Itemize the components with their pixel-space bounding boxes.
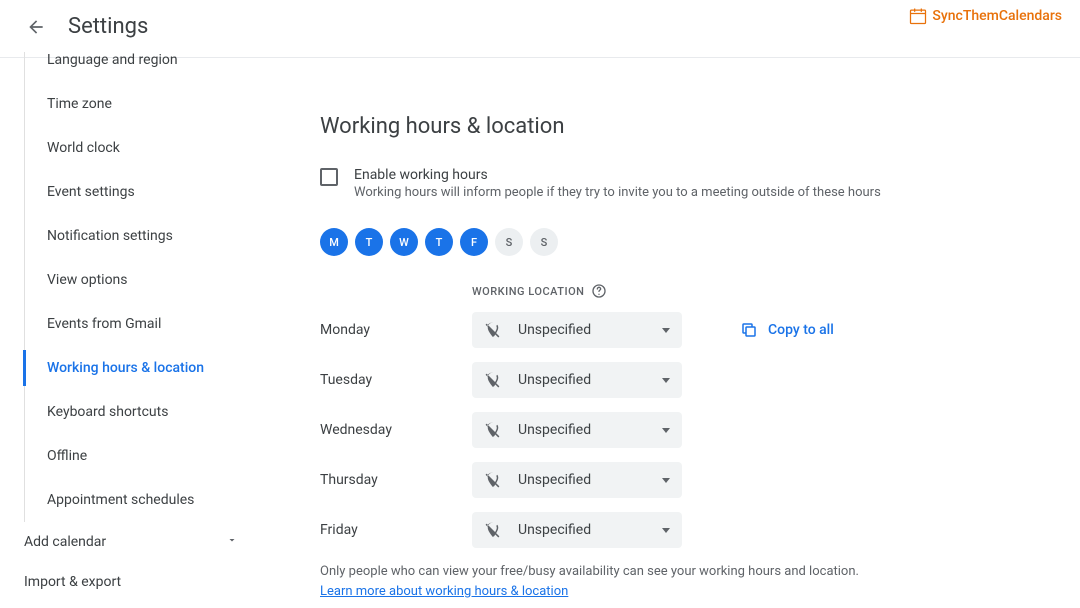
back-arrow-icon[interactable]	[24, 15, 48, 39]
enable-working-hours-row: Enable working hours Working hours will …	[320, 167, 1060, 200]
sidebar-item-time-zone[interactable]: Time zone	[25, 82, 280, 126]
dropdown-caret-icon	[662, 528, 670, 533]
location-value: Unspecified	[518, 522, 662, 538]
location-select-friday[interactable]: Unspecified	[472, 512, 682, 548]
day-row-wednesday: Wednesday Unspecified	[320, 412, 1060, 448]
day-label: Tuesday	[320, 372, 472, 388]
day-row-friday: Friday Unspecified	[320, 512, 1060, 548]
day-chip-0[interactable]: M	[320, 228, 348, 256]
help-icon[interactable]	[590, 282, 608, 300]
working-location-header-label: WORKING LOCATION	[472, 285, 584, 298]
footnote: Only people who can view your free/busy …	[320, 562, 1060, 601]
footnote-text: Only people who can view your free/busy …	[320, 564, 859, 579]
day-chip-2[interactable]: W	[390, 228, 418, 256]
dropdown-caret-icon	[662, 328, 670, 333]
enable-working-hours-label: Enable working hours	[354, 167, 881, 183]
day-chip-5[interactable]: S	[495, 228, 523, 256]
sidebar-item-appointment-schedules[interactable]: Appointment schedules	[25, 478, 280, 522]
day-label: Monday	[320, 322, 472, 338]
sidebar-item-world-clock[interactable]: World clock	[25, 126, 280, 170]
working-location-header: WORKING LOCATION	[472, 282, 1060, 300]
location-value: Unspecified	[518, 372, 662, 388]
footnote-link[interactable]: Learn more about working hours & locatio…	[320, 584, 568, 599]
day-row-tuesday: Tuesday Unspecified	[320, 362, 1060, 398]
copy-to-all-button[interactable]: Copy to all	[740, 321, 834, 339]
location-value: Unspecified	[518, 322, 662, 338]
location-off-icon	[484, 521, 504, 539]
location-off-icon	[484, 471, 504, 489]
enable-working-hours-checkbox[interactable]	[320, 168, 338, 186]
day-chip-3[interactable]: T	[425, 228, 453, 256]
dropdown-caret-icon	[662, 478, 670, 483]
day-label: Friday	[320, 522, 472, 538]
sidebar-item-offline[interactable]: Offline	[25, 434, 280, 478]
location-value: Unspecified	[518, 422, 662, 438]
header: Settings SyncThemCalendars	[0, 0, 1080, 58]
sidebar-item-language-and-region[interactable]: Language and region	[25, 52, 280, 82]
day-row-thursday: Thursday Unspecified	[320, 462, 1060, 498]
location-select-monday[interactable]: Unspecified	[472, 312, 682, 348]
dropdown-caret-icon	[662, 428, 670, 433]
day-chip-4[interactable]: F	[460, 228, 488, 256]
chevron-down-icon	[226, 534, 238, 550]
copy-to-all-label: Copy to all	[768, 322, 834, 338]
main-content: Working hours & location Enable working …	[280, 58, 1080, 602]
enable-working-hours-desc: Working hours will inform people if they…	[354, 185, 881, 200]
day-chip-1[interactable]: T	[355, 228, 383, 256]
sidebar-extra-import-export[interactable]: Import & export	[0, 562, 280, 602]
sidebar: Language and regionTime zoneWorld clockE…	[0, 58, 280, 602]
day-row-monday: Monday Unspecified Copy to all	[320, 312, 1060, 348]
location-select-thursday[interactable]: Unspecified	[472, 462, 682, 498]
sidebar-item-view-options[interactable]: View options	[25, 258, 280, 302]
day-chips: MTWTFSS	[320, 228, 1060, 256]
location-off-icon	[484, 371, 504, 389]
sidebar-item-event-settings[interactable]: Event settings	[25, 170, 280, 214]
sidebar-item-keyboard-shortcuts[interactable]: Keyboard shortcuts	[25, 390, 280, 434]
sidebar-item-notification-settings[interactable]: Notification settings	[25, 214, 280, 258]
sidebar-item-working-hours-location[interactable]: Working hours & location	[25, 346, 280, 390]
brand-text: SyncThemCalendars	[932, 8, 1062, 24]
section-title: Working hours & location	[320, 114, 1060, 139]
location-select-wednesday[interactable]: Unspecified	[472, 412, 682, 448]
page-title: Settings	[68, 14, 148, 39]
location-value: Unspecified	[518, 472, 662, 488]
day-chip-6[interactable]: S	[530, 228, 558, 256]
location-off-icon	[484, 421, 504, 439]
location-off-icon	[484, 321, 504, 339]
dropdown-caret-icon	[662, 378, 670, 383]
brand-logo: SyncThemCalendars	[908, 6, 1062, 26]
day-label: Thursday	[320, 472, 472, 488]
sidebar-extra-add-calendar[interactable]: Add calendar	[0, 522, 280, 562]
location-select-tuesday[interactable]: Unspecified	[472, 362, 682, 398]
sidebar-item-events-from-gmail[interactable]: Events from Gmail	[25, 302, 280, 346]
day-label: Wednesday	[320, 422, 472, 438]
